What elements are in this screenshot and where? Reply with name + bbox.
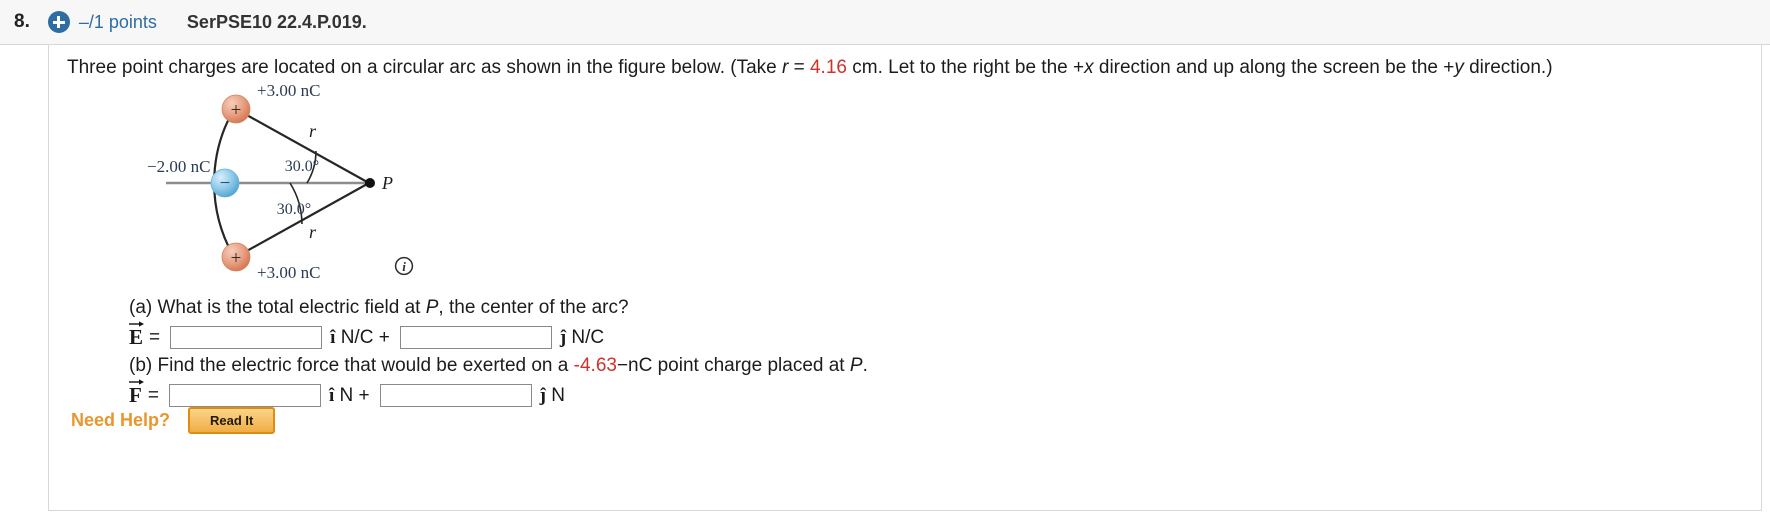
part-b-question: (b) Find the electric force that would b… xyxy=(129,355,868,377)
radius-label-top: r xyxy=(309,121,317,141)
part-b-equals: = xyxy=(147,384,159,406)
charge-top-label: +3.00 nC xyxy=(257,81,320,100)
vector-f-letter: F xyxy=(129,383,142,407)
part-b-plus: + xyxy=(358,384,370,406)
part-b-question-post: . xyxy=(862,355,868,376)
question-number: 8. xyxy=(14,11,30,32)
question-header: 8. –/1 points SerPSE10 22.4.P.019. xyxy=(0,0,1770,45)
part-a-x-unit-text: N/C xyxy=(340,326,374,348)
prompt-text-2: cm. Let to the right be the + xyxy=(846,57,1085,78)
part-b-question-pre: (b) Find the electric force that would b… xyxy=(129,355,574,376)
part-a-question-var: P xyxy=(425,297,439,318)
part-b-charge-value: -4.63 xyxy=(573,355,617,376)
prompt-r-value: 4.16 xyxy=(809,57,847,78)
vector-f-symbol: F xyxy=(129,379,144,407)
part-a-question: (a) What is the total electric field at … xyxy=(129,297,629,319)
charge-arc-figure: + − + +3.00 nC −2.00 nC +3.00 nC r r 30.… xyxy=(144,73,474,288)
angle-label-bottom: 30.0° xyxy=(277,201,311,218)
part-b-y-unit: ĵ N xyxy=(540,385,565,407)
part-a-y-unit: ĵ N/C xyxy=(560,327,604,349)
part-b-y-unit-text: N xyxy=(551,384,565,406)
part-b-y-hat: ĵ xyxy=(539,384,546,406)
part-b-x-hat: î xyxy=(328,384,335,406)
need-help-row: Need Help? Read It xyxy=(71,407,276,434)
part-b-block: (b) Find the electric force that would b… xyxy=(129,355,868,407)
charge-left-label: −2.00 nC xyxy=(147,157,210,176)
prompt-equals: = xyxy=(788,57,810,78)
part-a-x-unit: î N/C + xyxy=(330,327,390,349)
prompt-text-4: direction.) xyxy=(1463,57,1553,78)
info-icon[interactable]: i xyxy=(394,256,414,276)
charge-left-sign: − xyxy=(220,173,231,194)
part-a-equals: = xyxy=(149,326,161,348)
part-b-answer-row: F = î N + ĵ N xyxy=(129,379,868,407)
prompt-text-3: direction and up along the screen be the… xyxy=(1093,57,1455,78)
question-card: Three point charges are located on a cir… xyxy=(48,45,1762,511)
part-b-question-mid: −nC point charge placed at xyxy=(616,355,850,376)
vector-arrow-icon xyxy=(129,321,144,327)
prompt-var-y: y xyxy=(1454,57,1464,78)
radius-label-bottom: r xyxy=(309,222,317,242)
part-a-block: (a) What is the total electric field at … xyxy=(129,297,629,349)
part-b-x-unit-text: N xyxy=(339,384,354,406)
part-b-question-var: P xyxy=(849,355,863,376)
angle-label-top: 30.0° xyxy=(285,158,319,175)
part-b-x-unit: î N + xyxy=(329,385,370,407)
need-help-label: Need Help? xyxy=(71,410,171,430)
prompt-var-x: x xyxy=(1084,57,1094,78)
part-b-y-input[interactable] xyxy=(379,384,532,407)
part-a-y-input[interactable] xyxy=(399,326,552,349)
part-a-x-input[interactable] xyxy=(170,326,323,349)
svg-text:i: i xyxy=(402,259,406,274)
point-p-label: P xyxy=(381,173,393,193)
points-label: –/1 points xyxy=(78,11,157,32)
charge-top-sign: + xyxy=(231,100,242,121)
charge-bottom-label: +3.00 nC xyxy=(257,263,320,282)
charge-bottom-sign: + xyxy=(231,248,242,269)
vector-arrow-icon xyxy=(129,379,144,385)
part-a-y-hat: ĵ xyxy=(559,326,567,348)
part-a-question-pre: (a) What is the total electric field at xyxy=(129,297,426,318)
question-code: SerPSE10 22.4.P.019. xyxy=(186,11,367,32)
part-a-x-hat: î xyxy=(330,326,336,348)
part-a-question-post: , the center of the arc? xyxy=(438,297,629,318)
part-a-y-unit-text: N/C xyxy=(571,326,605,348)
point-p-marker xyxy=(365,178,375,188)
part-a-plus: + xyxy=(378,326,390,348)
vector-e-symbol: E xyxy=(129,321,144,349)
plus-circle-icon[interactable] xyxy=(47,11,70,33)
part-b-x-input[interactable] xyxy=(168,384,321,407)
question-page: 8. –/1 points SerPSE10 22.4.P.019. Three… xyxy=(0,0,1770,526)
read-it-button[interactable]: Read It xyxy=(188,407,276,434)
vector-e-letter: E xyxy=(129,325,144,349)
part-a-answer-row: E = î N/C + ĵ N/C xyxy=(129,321,629,349)
